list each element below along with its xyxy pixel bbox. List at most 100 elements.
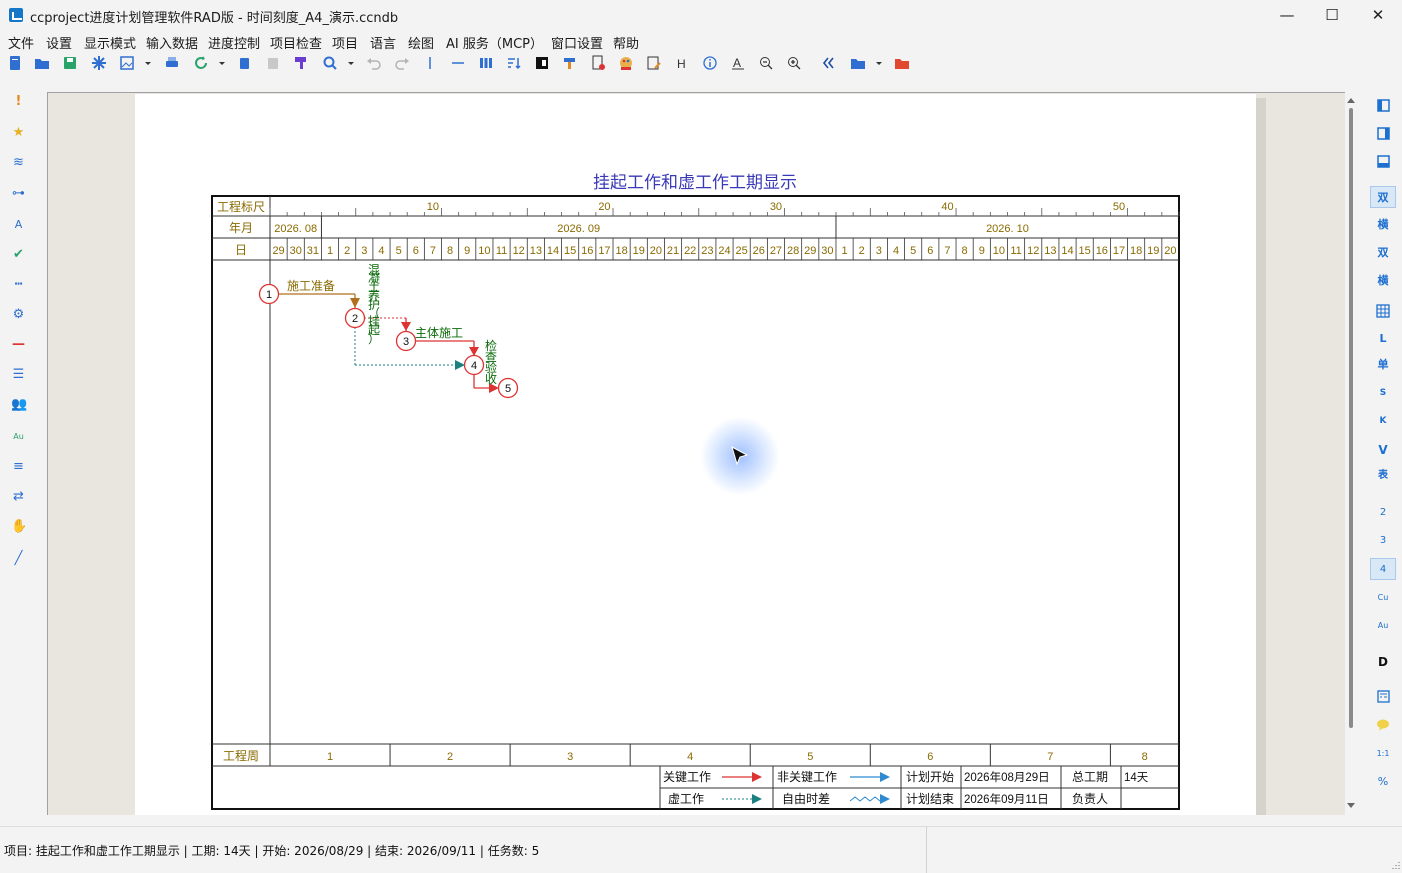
horizontal-mode-button[interactable]: 横	[1370, 214, 1396, 236]
day-cell: 19	[633, 245, 645, 257]
critical-arrow-icon	[752, 772, 762, 782]
day-cell: 21	[667, 245, 679, 257]
scale-label: 工程标尺	[217, 199, 265, 214]
table-mode-button[interactable]: 表	[1370, 465, 1396, 487]
day-label: 日	[235, 243, 247, 257]
node-label: 2	[352, 313, 358, 325]
day-cell: 20	[650, 245, 662, 257]
day-cell: 31	[307, 245, 319, 257]
day-cell: 15	[564, 245, 576, 257]
day-cell: 9	[979, 245, 985, 257]
day-cell: 10	[478, 245, 490, 257]
owner-label: 负责人	[1072, 792, 1108, 806]
plan-start-value: 2026年08月29日	[964, 770, 1050, 784]
day-cell: 25	[736, 245, 748, 257]
day-cell: 5	[396, 245, 402, 257]
comment-icon[interactable]	[1376, 718, 1390, 731]
day-cell: 26	[753, 245, 765, 257]
status-divider	[926, 827, 927, 873]
day-cell: 14	[547, 245, 559, 257]
scale-tick-label: 20	[598, 201, 610, 213]
day-cell: 18	[1130, 245, 1142, 257]
day-cell: 8	[962, 245, 968, 257]
s-mode-button[interactable]: S	[1370, 382, 1396, 404]
scale-tick-label: 30	[770, 201, 782, 213]
level-2-button[interactable]: 2	[1370, 502, 1396, 524]
week-cell: 6	[927, 751, 933, 763]
level-3-button[interactable]: 3	[1370, 530, 1396, 552]
week-cell: 2	[447, 751, 453, 763]
status-bar: 项目: 挂起工作和虚工作工期显示 | 工期: 14天 | 开始: 2026/08…	[0, 826, 1402, 873]
noncritical-arrow-icon	[880, 772, 890, 782]
day-cell: 19	[1147, 245, 1159, 257]
panel-bottom-icon[interactable]	[1377, 155, 1390, 168]
chart-frame	[211, 195, 1180, 810]
legend-dummy: 虚工作	[668, 792, 704, 806]
day-cell: 1	[327, 245, 333, 257]
resize-grip-icon[interactable]	[1388, 859, 1400, 871]
day-cell: 13	[1044, 245, 1056, 257]
panel-right-icon[interactable]	[1377, 127, 1390, 140]
d-mode-button[interactable]: D	[1370, 651, 1396, 673]
day-cell: 12	[1027, 245, 1039, 257]
week-cell: 5	[807, 751, 813, 763]
day-cell: 12	[513, 245, 525, 257]
table-grid-icon[interactable]	[1376, 304, 1390, 318]
day-cell: 22	[684, 245, 696, 257]
day-cell: 17	[1113, 245, 1125, 257]
day-row: 29 30 31 1 2 3 4 5 6 7 8 9 10 11 12 13 14 15 16 17 18 19 20 21 2…	[272, 238, 1177, 260]
day-cell: 28	[787, 245, 799, 257]
percent-button[interactable]: %	[1370, 771, 1396, 793]
l-mode-button[interactable]: L	[1370, 328, 1396, 350]
day-cell: 10	[993, 245, 1005, 257]
plan-end-value: 2026年09月11日	[964, 792, 1049, 806]
month-label: 年月	[229, 221, 253, 235]
panel-left-icon[interactable]	[1377, 99, 1390, 112]
day-cell: 2	[344, 245, 350, 257]
double-code-green-button[interactable]: 双	[1370, 242, 1396, 264]
week-cell: 3	[567, 751, 573, 763]
legend-float: 自由时差	[782, 792, 830, 806]
node-label: 1	[266, 289, 272, 301]
day-cell: 5	[910, 245, 916, 257]
task-concrete-char: ）	[368, 332, 380, 346]
day-cell: 7	[430, 245, 436, 257]
day-cell: 29	[272, 245, 284, 257]
double-code-mode-button[interactable]: 双	[1370, 186, 1396, 208]
day-cell: 9	[464, 245, 470, 257]
duration-label: 总工期	[1072, 770, 1108, 784]
node-label: 4	[471, 360, 477, 372]
day-cell: 2	[859, 245, 865, 257]
float-arrow-icon	[880, 794, 890, 804]
week-cell: 4	[687, 751, 693, 763]
scale-ruler: 10 20 30 40 50	[269, 201, 1180, 216]
day-cell: 8	[447, 245, 453, 257]
day-cell: 1	[841, 245, 847, 257]
cu-button[interactable]: Cu	[1370, 587, 1396, 609]
day-cell: 23	[701, 245, 713, 257]
dummy-arrow-icon	[752, 794, 762, 804]
day-cell: 3	[876, 245, 882, 257]
status-text: 项目: 挂起工作和虚工作工期显示 | 工期: 14天 | 开始: 2026/08…	[4, 844, 540, 858]
horizontal-green-button[interactable]: 横	[1370, 270, 1396, 292]
single-mode-button[interactable]: 单	[1370, 354, 1396, 376]
actual-size-button[interactable]: 1:1	[1370, 743, 1396, 765]
scale-tick-label: 50	[1113, 201, 1125, 213]
day-cell: 7	[944, 245, 950, 257]
level-4-button[interactable]: 4	[1370, 558, 1396, 580]
calculator-icon[interactable]	[1377, 690, 1390, 703]
day-cell: 13	[530, 245, 542, 257]
day-cell: 30	[821, 245, 833, 257]
k-mode-button[interactable]: K	[1370, 410, 1396, 432]
day-cell: 11	[1010, 245, 1021, 257]
month-label: 2026. 09	[557, 223, 600, 235]
month-row: 2026. 08 2026. 09 2026. 10	[274, 216, 1029, 238]
au-button[interactable]: Au	[1370, 615, 1396, 637]
task-concrete-label: 混凝土养护（挂起）	[368, 263, 380, 346]
day-cell: 30	[290, 245, 302, 257]
v-mode-button[interactable]: V	[1370, 439, 1396, 461]
day-cell: 3	[361, 245, 367, 257]
plan-end-label: 计划结束	[906, 792, 954, 806]
node-label: 5	[505, 383, 511, 395]
day-cell: 27	[770, 245, 782, 257]
